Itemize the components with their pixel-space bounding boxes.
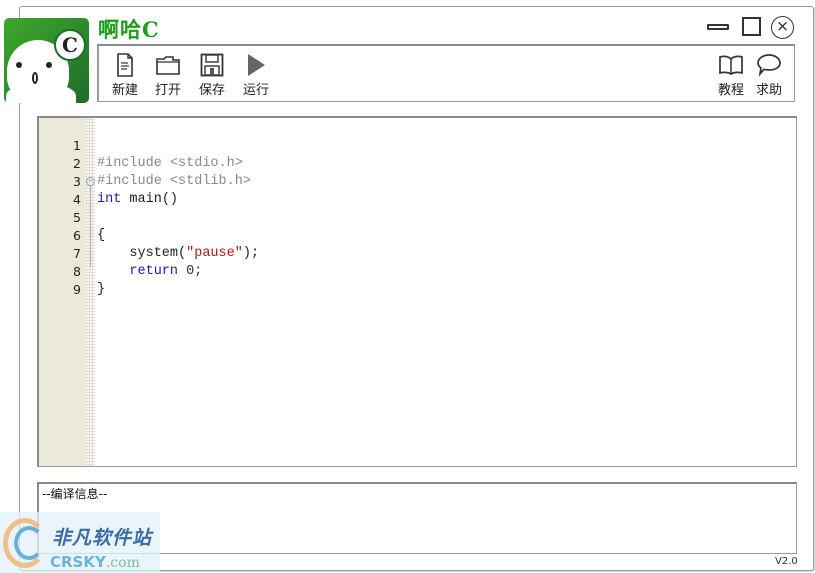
watermark-brand: CRSKY (50, 553, 106, 571)
line-number: 9 (73, 282, 81, 297)
save-button[interactable]: 保存 (192, 52, 232, 98)
logo-eye-right (46, 62, 52, 68)
play-icon (236, 52, 276, 78)
maximize-button[interactable] (742, 17, 761, 36)
logo-eye-left (16, 62, 22, 68)
fold-toggle-icon[interactable]: − (86, 177, 95, 186)
book-icon (711, 52, 751, 78)
new-file-icon (105, 52, 145, 78)
code-line: 1 #include <stdio.h> (39, 119, 796, 171)
toolbar: 新建 打开 保存 运行 教程 求助 (97, 44, 795, 102)
code-line: 9 (39, 263, 796, 297)
floppy-disk-icon (192, 52, 232, 78)
logo-mouth (32, 72, 38, 84)
code-line: 8 } (39, 245, 796, 297)
version-label: V2.0 (775, 556, 798, 567)
watermark-cn-text: 非凡软件站 (52, 527, 153, 549)
app-logo: C (4, 18, 89, 103)
logo-bubble: C (54, 29, 86, 61)
app-title: 啊哈C (98, 17, 160, 42)
watermark: 非凡软件站 CRSKY.com (0, 512, 160, 573)
open-label: 打开 (154, 83, 181, 98)
code-line: 4 − { (39, 173, 796, 243)
logo-body (6, 84, 76, 103)
speech-bubble-icon (749, 52, 789, 78)
new-button[interactable]: 新建 (105, 52, 145, 98)
watermark-en-text: CRSKY.com (50, 553, 140, 571)
line-text: } (97, 282, 106, 297)
close-icon: × (776, 17, 789, 35)
run-label: 运行 (242, 83, 269, 98)
code-line: 2 #include <stdlib.h> (39, 137, 796, 189)
compile-output-header: --编译信息-- (42, 487, 108, 501)
code-line: 3 int main() (39, 155, 796, 207)
folder-icon (148, 52, 188, 78)
run-button[interactable]: 运行 (236, 52, 276, 98)
watermark-domain: .com (105, 555, 140, 571)
code-editor[interactable]: 1 #include <stdio.h> 2 #include <stdlib.… (37, 116, 797, 467)
new-label: 新建 (111, 83, 138, 98)
save-label: 保存 (198, 83, 225, 98)
help-label: 求助 (755, 83, 782, 98)
watermark-logo-inner-icon (14, 526, 44, 560)
close-button[interactable]: × (771, 16, 794, 39)
tutorial-label: 教程 (717, 83, 744, 98)
open-button[interactable]: 打开 (148, 52, 188, 98)
help-button[interactable]: 求助 (749, 52, 789, 98)
code-line: 6 system("pause"); (39, 209, 796, 261)
code-line: 7 return 0; (39, 227, 796, 279)
code-lines: 1 #include <stdio.h> 2 #include <stdlib.… (39, 119, 796, 297)
minimize-button[interactable] (707, 24, 729, 30)
tutorial-button[interactable]: 教程 (711, 52, 751, 98)
code-line: 5 (39, 191, 796, 225)
